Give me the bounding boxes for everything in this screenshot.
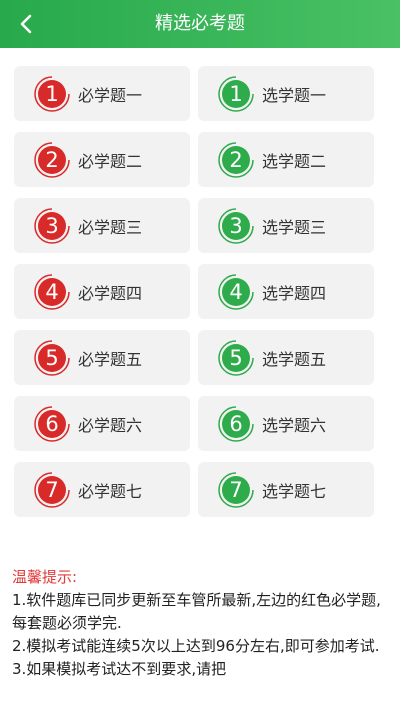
number-badge: 3	[218, 207, 254, 244]
card-label: 必学题一	[78, 85, 143, 105]
badge-number: 7	[45, 477, 59, 502]
number-badge: 3	[34, 207, 70, 244]
tip-line-1: 1.软件题库已同步更新至车管所最新,左边的红色必学题,每套题必须学完.	[12, 591, 381, 632]
card-label: 必学题四	[78, 283, 143, 303]
required-set-card-3[interactable]: 3 必学题三	[14, 198, 190, 253]
badge-number: 6	[45, 411, 59, 436]
required-set-card-7[interactable]: 7 必学题七	[14, 462, 190, 517]
required-set-card-5[interactable]: 5 必学题五	[14, 330, 190, 385]
tip-line-3: 3.如果模拟考试达不到要求,请把	[12, 660, 227, 678]
required-set-card-4[interactable]: 4 必学题四	[14, 264, 190, 319]
number-badge: 2	[34, 141, 70, 178]
optional-set-card-1[interactable]: 1 选学题一	[198, 66, 374, 121]
number-badge: 6	[34, 405, 70, 442]
tips-section: 温馨提示: 1.软件题库已同步更新至车管所最新,左边的红色必学题,每套题必须学完…	[12, 566, 388, 681]
optional-set-card-3[interactable]: 3 选学题三	[198, 198, 374, 253]
back-button[interactable]	[12, 10, 40, 38]
number-badge: 6	[218, 405, 254, 442]
required-set-card-1[interactable]: 1 必学题一	[14, 66, 190, 121]
card-label: 必学题六	[78, 415, 143, 435]
badge-number: 3	[45, 213, 59, 238]
badge-number: 4	[45, 279, 59, 304]
number-badge: 5	[34, 339, 70, 376]
tips-title: 温馨提示:	[12, 568, 78, 586]
optional-set-card-5[interactable]: 5 选学题五	[198, 330, 374, 385]
number-badge: 7	[34, 471, 70, 508]
optional-set-card-2[interactable]: 2 选学题二	[198, 132, 374, 187]
number-badge: 1	[34, 75, 70, 112]
card-label: 选学题二	[262, 151, 327, 171]
badge-number: 5	[45, 345, 59, 370]
card-label: 选学题五	[262, 349, 327, 369]
card-label: 选学题六	[262, 415, 327, 435]
badge-number: 4	[229, 279, 243, 304]
number-badge: 2	[218, 141, 254, 178]
card-label: 选学题一	[262, 85, 327, 105]
number-badge: 7	[218, 471, 254, 508]
card-label: 必学题二	[78, 151, 143, 171]
card-label: 必学题三	[78, 217, 143, 237]
top-app-bar: 精选必考题	[0, 0, 400, 48]
optional-set-card-7[interactable]: 7 选学题七	[198, 462, 374, 517]
badge-number: 6	[229, 411, 243, 436]
badge-number: 2	[45, 147, 59, 172]
card-label: 必学题五	[78, 349, 143, 369]
badge-number: 7	[229, 477, 243, 502]
number-badge: 1	[218, 75, 254, 112]
card-label: 选学题七	[262, 481, 327, 501]
card-label: 选学题三	[262, 217, 327, 237]
required-set-card-2[interactable]: 2 必学题二	[14, 132, 190, 187]
optional-set-card-6[interactable]: 6 选学题六	[198, 396, 374, 451]
badge-number: 3	[229, 213, 243, 238]
card-label: 必学题七	[78, 481, 143, 501]
number-badge: 5	[218, 339, 254, 376]
optional-set-card-4[interactable]: 4 选学题四	[198, 264, 374, 319]
tip-line-2: 2.模拟考试能连续5次以上达到96分左右,即可参加考试.	[12, 637, 380, 655]
page-title: 精选必考题	[155, 13, 245, 34]
number-badge: 4	[34, 273, 70, 310]
badge-number: 2	[229, 147, 243, 172]
number-badge: 4	[218, 273, 254, 310]
badge-number: 5	[229, 345, 243, 370]
card-label: 选学题四	[262, 283, 327, 303]
badge-number: 1	[229, 81, 243, 106]
badge-number: 1	[45, 81, 59, 106]
question-set-grid: 1 必学题一 1 选学题一 2 必学题二 2 选学题二 3 必学题三 3 选学题…	[14, 66, 374, 517]
required-set-card-6[interactable]: 6 必学题六	[14, 396, 190, 451]
chevron-left-icon	[20, 14, 32, 34]
